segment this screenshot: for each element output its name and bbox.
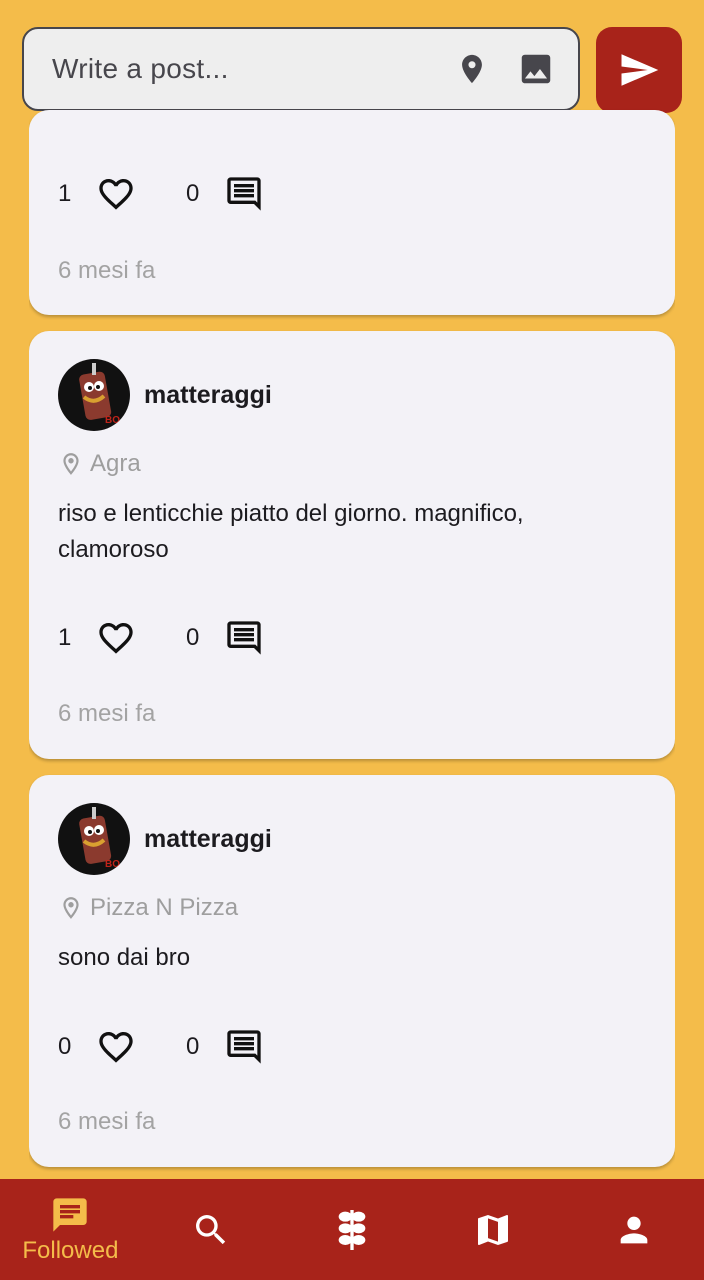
feed[interactable]: 1 0 6 mesi fa BO matteraggi Agra riso e … [29,0,675,1178]
like-count: 1 [58,624,72,651]
post-time: 6 mesi fa [58,257,156,284]
username[interactable]: matteraggi [144,825,272,854]
svg-text:BO: BO [105,415,120,426]
nav-followed-label: Followed [22,1236,119,1264]
post-stats: 0 0 [58,1027,264,1067]
svg-text:BO: BO [105,859,120,870]
heart-icon[interactable] [96,174,136,214]
location-pin-icon [63,897,79,919]
post-time: 6 mesi fa [58,700,156,727]
location-pin-icon [63,453,79,475]
map-icon [477,1214,508,1245]
post-card: BO matteraggi Pizza N Pizza sono dai bro… [29,775,675,1167]
heart-icon[interactable] [96,1027,136,1067]
post-stats: 1 0 [58,618,264,658]
location-label: Pizza N Pizza [90,894,239,921]
bottom-navigation: Followed [0,1179,704,1280]
nav-profile[interactable] [563,1179,704,1280]
comment-count: 0 [186,624,200,651]
comment-count: 0 [186,180,200,207]
heart-icon[interactable] [96,618,136,658]
nav-followed[interactable]: Followed [0,1179,141,1280]
kebab-icon [338,1209,366,1250]
post-card: 1 0 6 mesi fa [29,110,675,315]
post-location[interactable]: Agra [58,450,141,478]
post-time: 6 mesi fa [58,1108,156,1135]
comment-icon[interactable] [224,174,264,214]
location-label: Agra [90,450,141,477]
chat-icon [53,1197,88,1232]
like-count: 0 [58,1033,72,1060]
nav-map[interactable] [422,1179,563,1280]
like-count: 1 [58,180,72,207]
person-icon [620,1216,647,1243]
post-card: BO matteraggi Agra riso e lenticchie pia… [29,331,675,759]
username[interactable]: matteraggi [144,381,272,410]
comment-icon[interactable] [224,618,264,658]
avatar[interactable]: BO [58,803,130,875]
comment-count: 0 [186,1033,200,1060]
nav-search[interactable] [141,1179,282,1280]
post-text: riso e lenticchie piatto del giorno. mag… [58,500,524,563]
search-icon [196,1214,226,1244]
comment-icon[interactable] [224,1027,264,1067]
post-stats: 1 0 [58,174,264,214]
nav-kebab[interactable] [282,1179,423,1280]
post-text: sono dai bro [58,944,191,971]
post-location[interactable]: Pizza N Pizza [58,894,238,922]
avatar[interactable]: BO [58,359,130,431]
